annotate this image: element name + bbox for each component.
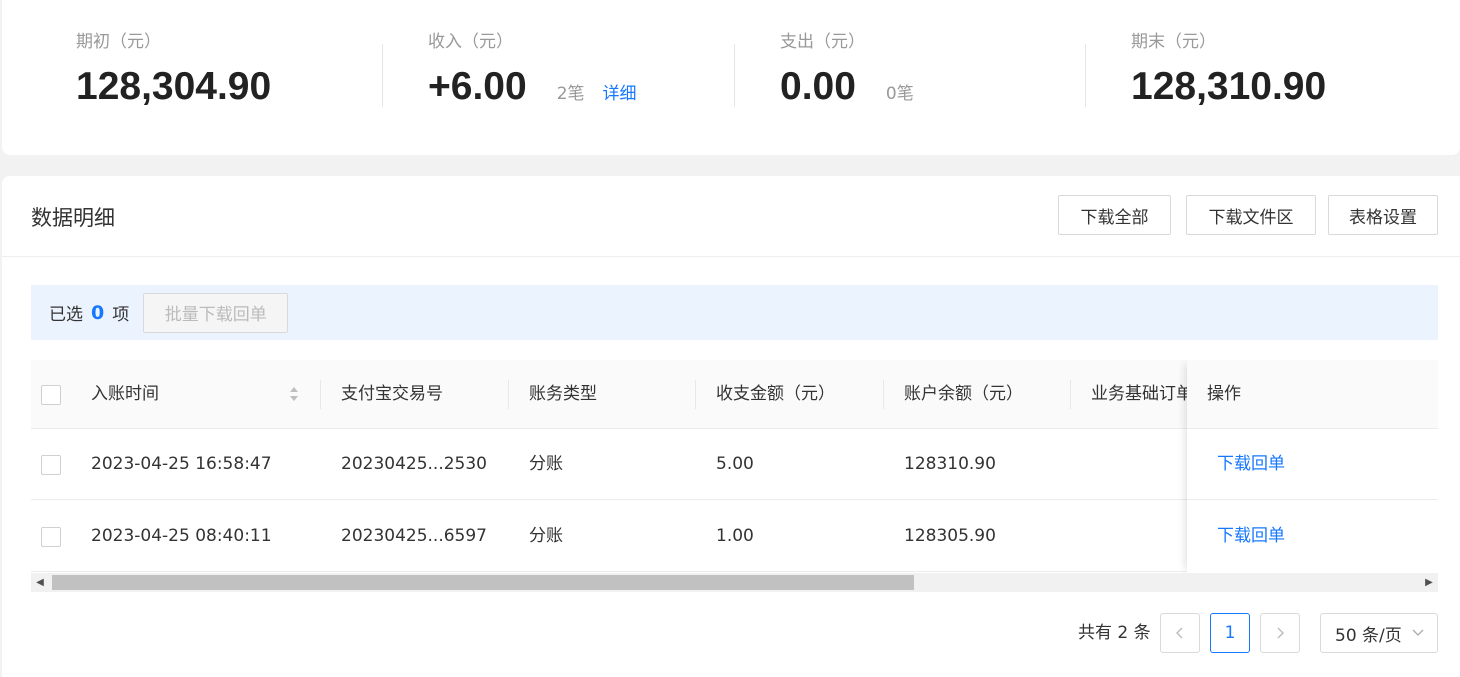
column-separator — [1070, 380, 1071, 409]
cell-time: 2023-04-25 08:40:11 — [91, 526, 272, 546]
scrollbar-thumb[interactable] — [52, 575, 914, 590]
action-header-cell: 操作 — [1187, 360, 1438, 429]
data-detail-panel: 数据明细 下载全部 下载文件区 表格设置 已选 0 项 批量下载回单 入账时间 … — [2, 176, 1460, 677]
download-receipt-link[interactable]: 下载回单 — [1217, 501, 1285, 572]
summary-panel: 期初（元） 128,304.90 收入（元） +6.00 2笔 详细 支出（元）… — [2, 0, 1460, 155]
column-separator — [508, 380, 509, 409]
divider — [382, 44, 383, 107]
column-separator — [320, 380, 321, 409]
opening-balance-label: 期初（元） — [76, 32, 161, 52]
select-all-checkbox[interactable] — [41, 385, 61, 405]
chevron-down-icon — [1412, 629, 1424, 636]
cell-trade-no: 20230425...6597 — [341, 526, 488, 546]
selected-count: 0 — [91, 301, 105, 324]
download-receipt-link[interactable]: 下载回单 — [1217, 429, 1285, 500]
table-settings-button[interactable]: 表格设置 — [1328, 195, 1438, 235]
expense-stat: 支出（元） 0.00 0笔 — [780, 30, 914, 110]
selection-suffix: 项 — [112, 305, 130, 325]
column-header-balance: 账户余额（元） — [904, 384, 1023, 404]
cell-amount: 1.00 — [716, 526, 754, 546]
divider — [1085, 44, 1086, 107]
column-header-type: 账务类型 — [529, 384, 597, 404]
column-separator — [883, 380, 884, 409]
income-stat: 收入（元） +6.00 2笔 详细 — [428, 30, 637, 110]
expense-count: 0笔 — [885, 84, 914, 104]
batch-download-button: 批量下载回单 — [143, 292, 289, 333]
page-title: 数据明细 — [31, 206, 115, 230]
cell-balance: 128310.90 — [904, 454, 996, 474]
closing-balance-stat: 期末（元） 128,310.90 — [1131, 30, 1326, 110]
scroll-right-arrow-icon[interactable]: ▶ — [1420, 573, 1438, 592]
column-header-trade-no: 支付宝交易号 — [341, 384, 443, 404]
prev-page-button[interactable] — [1160, 613, 1200, 653]
page-number-button[interactable]: 1 — [1210, 613, 1250, 653]
row-checkbox[interactable] — [41, 527, 61, 547]
action-cell: 下载回单 — [1187, 429, 1438, 500]
row-checkbox[interactable] — [41, 455, 61, 475]
horizontal-scrollbar[interactable]: ◀ ▶ — [31, 573, 1438, 592]
selection-prefix: 已选 — [49, 305, 83, 325]
opening-balance-value: 128,304.90 — [76, 65, 272, 108]
cell-balance: 128305.90 — [904, 526, 996, 546]
cell-amount: 5.00 — [716, 454, 754, 474]
transactions-table: 入账时间 支付宝交易号 账务类型 收支金额（元） 账户余额（元） 业务基础订单号… — [31, 360, 1438, 573]
cell-trade-no: 20230425...2530 — [341, 454, 488, 474]
column-separator — [695, 380, 696, 409]
closing-balance-label: 期末（元） — [1131, 32, 1216, 52]
expense-value: 0.00 — [780, 65, 856, 108]
cell-type: 分账 — [529, 526, 563, 546]
income-detail-link[interactable]: 详细 — [603, 79, 637, 104]
fixed-action-column: 操作 下载回单 下载回单 — [1187, 360, 1438, 573]
cell-time: 2023-04-25 16:58:47 — [91, 454, 272, 474]
chevron-left-icon — [1176, 627, 1183, 639]
income-count: 2笔 — [556, 84, 585, 104]
column-header-action: 操作 — [1207, 384, 1241, 404]
pagination-total: 共有 2 条 — [1078, 623, 1151, 643]
column-header-order-no: 业务基础订单号 — [1091, 384, 1187, 404]
sort-icon[interactable] — [289, 385, 299, 403]
page-size-value: 50 条/页 — [1335, 625, 1402, 646]
closing-balance-value: 128,310.90 — [1131, 65, 1327, 108]
divider — [2, 256, 1460, 257]
scroll-left-arrow-icon[interactable]: ◀ — [31, 573, 49, 592]
download-all-button[interactable]: 下载全部 — [1058, 195, 1171, 235]
page-size-select[interactable]: 50 条/页 — [1320, 613, 1438, 653]
next-page-button[interactable] — [1260, 613, 1300, 653]
opening-balance-stat: 期初（元） 128,304.90 — [76, 30, 271, 110]
selection-bar: 已选 0 项 批量下载回单 — [31, 285, 1438, 340]
income-label: 收入（元） — [428, 32, 513, 52]
cell-type: 分账 — [529, 454, 563, 474]
expense-label: 支出（元） — [780, 32, 865, 52]
download-center-button[interactable]: 下载文件区 — [1186, 195, 1316, 235]
chevron-right-icon — [1277, 627, 1284, 639]
action-cell: 下载回单 — [1187, 501, 1438, 573]
column-header-amount: 收支金额（元） — [716, 384, 835, 404]
income-value: +6.00 — [428, 65, 527, 108]
divider — [734, 44, 735, 107]
column-header-time[interactable]: 入账时间 — [91, 360, 159, 429]
